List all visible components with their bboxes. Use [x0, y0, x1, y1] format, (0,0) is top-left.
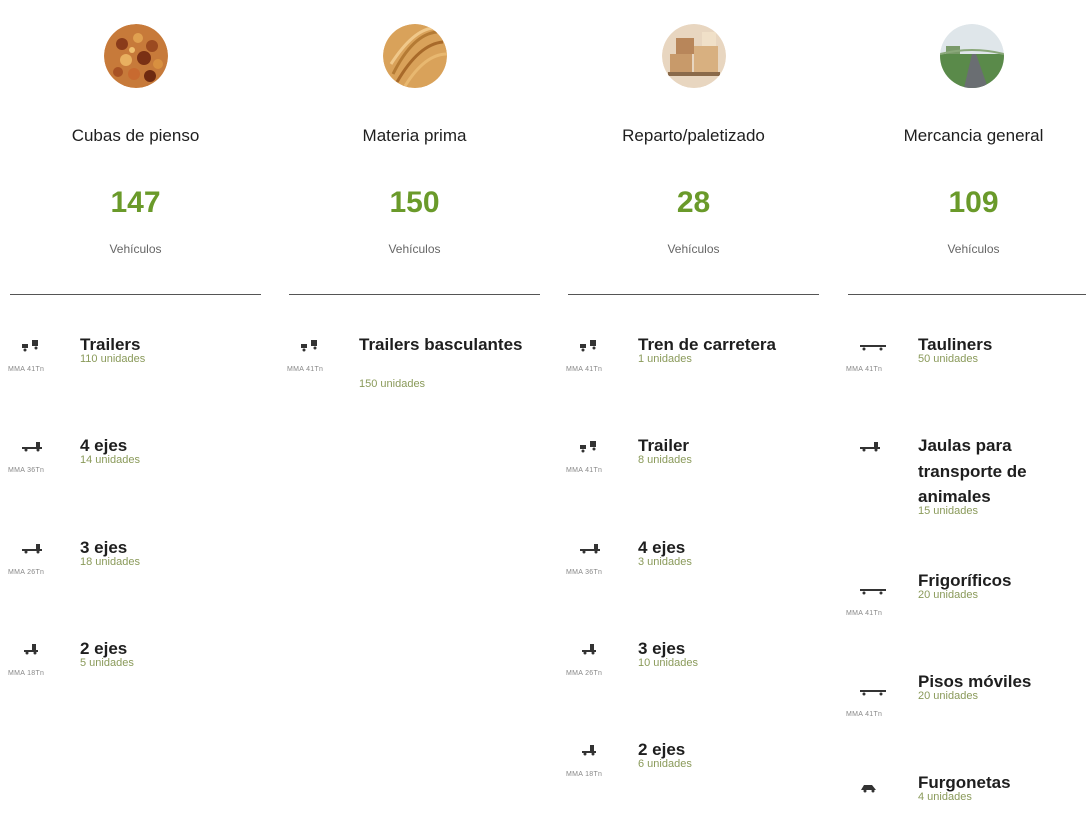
flatbed-trailer-icon: MMA 41Tn: [846, 578, 896, 626]
trailer-truck-icon: MMA 41Tn: [566, 435, 616, 483]
rigid-truck-icon: MMA 36Tn: [566, 537, 616, 585]
fleet-columns: Cubas de pienso 147 Vehículos MMA 41Tn T…: [0, 0, 1086, 812]
category-title: Mercancia general: [903, 126, 1044, 145]
divider: [848, 294, 1086, 295]
category-title: Reparto/paletizado: [622, 126, 765, 145]
rigid-truck-icon: [846, 435, 896, 483]
capacity-label: MMA 36Tn: [566, 569, 603, 576]
vehicle-count: 28: [676, 186, 711, 219]
item-units: 3 unidades: [638, 556, 692, 568]
item-units: 14 unidades: [80, 454, 140, 466]
flatbed-trailer-icon: MMA 41Tn: [846, 334, 896, 382]
item-units: 150 unidades: [359, 378, 426, 390]
small-truck-icon: MMA 18Tn: [8, 638, 58, 686]
item-units: 10 unidades: [638, 657, 698, 669]
animal-feed-icon: [104, 24, 168, 88]
item-units: 5 unidades: [80, 657, 134, 669]
item-units: 18 unidades: [80, 556, 140, 568]
category-title: Materia prima: [362, 126, 467, 145]
category-materia-prima: Materia prima 150 Vehículos MMA 41Tn Tra…: [287, 0, 542, 812]
item-units: 6 unidades: [638, 758, 692, 770]
vehicle-count-unit: Vehículos: [947, 242, 1000, 256]
trailer-truck-icon: MMA 41Tn: [8, 334, 58, 382]
rigid-truck-icon: MMA 36Tn: [8, 435, 58, 483]
capacity-label: MMA 41Tn: [846, 610, 883, 617]
trailer-truck-icon: MMA 41Tn: [566, 334, 616, 382]
item-units: 8 unidades: [638, 454, 692, 466]
small-truck-icon: MMA 26Tn: [566, 638, 616, 686]
capacity-label: MMA 41Tn: [566, 467, 603, 474]
item-units: 20 unidades: [918, 690, 978, 702]
capacity-label: MMA 41Tn: [846, 711, 883, 718]
pallet-boxes-icon: [662, 24, 726, 88]
category-title: Cubas de pienso: [71, 126, 200, 145]
item-label: Jaulas para transporte de animales: [918, 436, 1027, 506]
item-units: 15 unidades: [918, 505, 978, 517]
trailer-truck-icon: MMA 41Tn: [287, 334, 337, 382]
category-cubas-de-pienso: Cubas de pienso 147 Vehículos MMA 41Tn T…: [8, 0, 263, 812]
rigid-truck-icon: MMA 26Tn: [8, 537, 58, 585]
vehicle-count: 150: [389, 186, 440, 219]
flatbed-trailer-icon: MMA 41Tn: [846, 679, 896, 727]
capacity-label: MMA 36Tn: [8, 467, 45, 474]
divider: [289, 294, 540, 295]
divider: [10, 294, 261, 295]
capacity-label: MMA 26Tn: [8, 569, 45, 576]
divider: [568, 294, 819, 295]
capacity-label: MMA 41Tn: [566, 366, 603, 373]
item-units: 110 unidades: [80, 353, 146, 365]
capacity-label: MMA 18Tn: [8, 670, 45, 677]
small-truck-icon: MMA 18Tn: [566, 739, 616, 787]
item-label: Trailers basculantes: [359, 335, 523, 354]
road-landscape-icon: [940, 24, 1004, 88]
vehicle-count-unit: Vehículos: [667, 242, 720, 256]
category-mercancia-general: Mercancia general 109 Vehículos MMA 41Tn…: [846, 0, 1086, 812]
capacity-label: MMA 18Tn: [566, 771, 603, 778]
grain-icon: [383, 24, 447, 88]
vehicle-count-unit: Vehículos: [388, 242, 441, 256]
item-units: 1 unidades: [638, 353, 692, 365]
category-reparto-paletizado: Reparto/paletizado 28 Vehículos MMA 41Tn…: [566, 0, 821, 812]
vehicle-count-unit: Vehículos: [109, 242, 162, 256]
vehicle-count: 147: [110, 186, 161, 219]
capacity-label: MMA 41Tn: [8, 366, 45, 373]
item-units: 4 unidades: [918, 791, 972, 803]
item-units: 20 unidades: [918, 589, 978, 601]
capacity-label: MMA 41Tn: [287, 366, 324, 373]
capacity-label: MMA 41Tn: [846, 366, 883, 373]
capacity-label: MMA 26Tn: [566, 670, 603, 677]
vehicle-count: 109: [948, 186, 999, 219]
van-icon: [846, 778, 896, 826]
item-units: 50 unidades: [918, 353, 978, 365]
